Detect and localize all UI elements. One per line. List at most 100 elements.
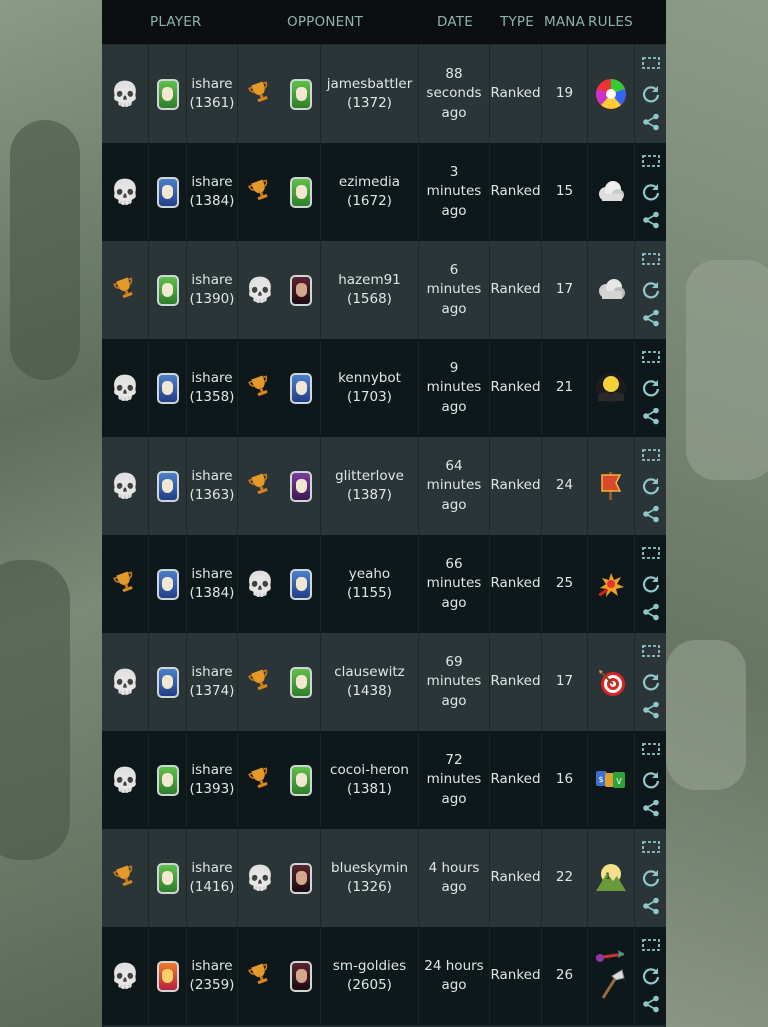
opponent-name[interactable]: sm-goldies xyxy=(322,957,417,977)
share-icon[interactable] xyxy=(642,701,660,719)
battle-row[interactable]: 💀 ishare (2359) sm-goldies (2605) 24 hours ag… xyxy=(102,927,666,1025)
opponent-name[interactable]: clausewitz xyxy=(322,663,417,683)
player-name[interactable]: ishare xyxy=(190,859,235,879)
share-icon[interactable] xyxy=(642,113,660,131)
battle-row[interactable]: ishare (1390) 💀 hazem91 (1568) 6 minutes ago R… xyxy=(102,241,666,339)
share-icon[interactable] xyxy=(642,799,660,817)
player-avatar[interactable] xyxy=(156,470,179,502)
opponent-avatar[interactable] xyxy=(290,274,312,306)
share-icon[interactable] xyxy=(642,309,660,327)
player-name[interactable]: ishare xyxy=(190,957,235,977)
opponent-name[interactable]: hazem91 xyxy=(322,271,417,291)
player-name[interactable]: ishare xyxy=(190,271,235,291)
replay-icon[interactable] xyxy=(642,967,660,985)
arrow-axe-icon[interactable] xyxy=(594,950,628,999)
player-result: 💀 xyxy=(102,633,149,731)
battle-log-icon[interactable] xyxy=(642,155,660,169)
night-moon-icon[interactable] xyxy=(594,371,628,405)
target-icon[interactable] xyxy=(594,665,628,699)
battle-log-icon[interactable] xyxy=(642,939,660,953)
player-name[interactable]: ishare xyxy=(190,173,235,193)
replay-icon[interactable] xyxy=(642,183,660,201)
battle-row[interactable]: 💀 ishare (1363) glitterlove (1387) 64 minutes… xyxy=(102,437,666,535)
background-shape xyxy=(10,120,80,380)
opponent-name[interactable]: ezimedia xyxy=(322,173,417,193)
player-avatar[interactable] xyxy=(156,666,179,698)
player-result: 💀 xyxy=(102,927,149,1025)
share-icon[interactable] xyxy=(642,995,660,1013)
opponent-name[interactable]: blueskymin xyxy=(322,859,417,879)
column-header-opponent[interactable]: OPPONENT xyxy=(287,14,363,30)
player-avatar[interactable] xyxy=(156,372,179,404)
battle-row[interactable]: ishare (1416) 💀 blueskymin (1326) 4 hours ago… xyxy=(102,829,666,927)
replay-icon[interactable] xyxy=(642,477,660,495)
explosion-icon[interactable] xyxy=(594,567,628,601)
cards-icon[interactable]: $ V xyxy=(594,763,628,797)
replay-icon[interactable] xyxy=(642,673,660,691)
opponent-avatar[interactable] xyxy=(290,960,312,992)
opponent-name[interactable]: cocoi-heron xyxy=(322,761,417,781)
battle-log-icon[interactable] xyxy=(642,253,660,267)
column-header-player[interactable]: PLAYER xyxy=(150,14,202,30)
replay-icon[interactable] xyxy=(642,85,660,103)
replay-icon[interactable] xyxy=(642,281,660,299)
opponent-name[interactable]: kennybot xyxy=(322,369,417,389)
share-icon[interactable] xyxy=(642,211,660,229)
opponent-avatar[interactable] xyxy=(290,176,312,208)
player-name[interactable]: ishare xyxy=(190,565,235,585)
replay-icon[interactable] xyxy=(642,869,660,887)
player-avatar[interactable] xyxy=(156,568,179,600)
battle-row[interactable]: 💀 ishare (1384) ezimedia (1672) 3 minutes ago… xyxy=(102,143,666,241)
battle-log-icon[interactable] xyxy=(642,449,660,463)
fog-icon[interactable] xyxy=(594,273,628,307)
player-avatar[interactable] xyxy=(156,764,179,796)
battle-log-icon[interactable] xyxy=(642,351,660,365)
player-avatar[interactable] xyxy=(156,960,179,992)
opponent-avatar[interactable] xyxy=(290,666,312,698)
battle-log-icon[interactable] xyxy=(642,841,660,855)
opponent-avatar[interactable] xyxy=(290,568,312,600)
replay-icon[interactable] xyxy=(642,575,660,593)
player-name[interactable]: ishare xyxy=(190,467,235,487)
color-wheel-icon[interactable] xyxy=(594,77,628,111)
opponent-avatar[interactable] xyxy=(290,470,312,502)
battle-row[interactable]: ishare (1384) 💀 yeaho (1155) 66 minutes ago Ra… xyxy=(102,535,666,633)
column-header-date[interactable]: DATE xyxy=(437,14,473,30)
opponent-name[interactable]: glitterlove xyxy=(322,467,417,487)
share-icon[interactable] xyxy=(642,505,660,523)
battle-row[interactable]: 💀 ishare (1358) kennybot (1703) 9 minutes ago… xyxy=(102,339,666,437)
battle-type-text: Ranked xyxy=(490,477,541,494)
opponent-name[interactable]: jamesbattler xyxy=(322,75,417,95)
opponent-avatar[interactable] xyxy=(290,764,312,796)
battle-row[interactable]: 💀 ishare (1361) jamesbattler (1372) 88 second… xyxy=(102,45,666,143)
banner-icon[interactable] xyxy=(594,469,628,503)
player-name[interactable]: ishare xyxy=(190,369,235,389)
share-icon[interactable] xyxy=(642,897,660,915)
opponent-avatar[interactable] xyxy=(290,862,312,894)
column-header-mana[interactable]: MANA xyxy=(544,14,585,30)
battle-row[interactable]: 💀 ishare (1374) clausewitz (1438) 69 minutes … xyxy=(102,633,666,731)
battle-log-icon[interactable] xyxy=(642,743,660,757)
player-name[interactable]: ishare xyxy=(190,663,235,683)
player-avatar[interactable] xyxy=(156,862,179,894)
player-name[interactable]: ishare xyxy=(190,75,235,95)
battle-log-icon[interactable] xyxy=(642,547,660,561)
battle-log-icon[interactable] xyxy=(642,57,660,71)
battle-log-icon[interactable] xyxy=(642,645,660,659)
column-header-type[interactable]: TYPE xyxy=(500,14,534,30)
player-name[interactable]: ishare xyxy=(190,761,235,781)
opponent-avatar[interactable] xyxy=(290,78,312,110)
player-avatar[interactable] xyxy=(156,274,179,306)
cloud-icon[interactable] xyxy=(594,175,628,209)
opponent-name[interactable]: yeaho xyxy=(322,565,417,585)
share-icon[interactable] xyxy=(642,603,660,621)
column-header-rules[interactable]: RULES xyxy=(588,14,633,30)
share-icon[interactable] xyxy=(642,407,660,425)
battle-row[interactable]: 💀 ishare (1393) cocoi-heron (1381) 72 minutes… xyxy=(102,731,666,829)
replay-icon[interactable] xyxy=(642,771,660,789)
player-avatar[interactable] xyxy=(156,176,179,208)
player-avatar[interactable] xyxy=(156,78,179,110)
replay-icon[interactable] xyxy=(642,379,660,397)
mountain-icon[interactable]: 1 xyxy=(594,861,628,895)
opponent-avatar[interactable] xyxy=(290,372,312,404)
